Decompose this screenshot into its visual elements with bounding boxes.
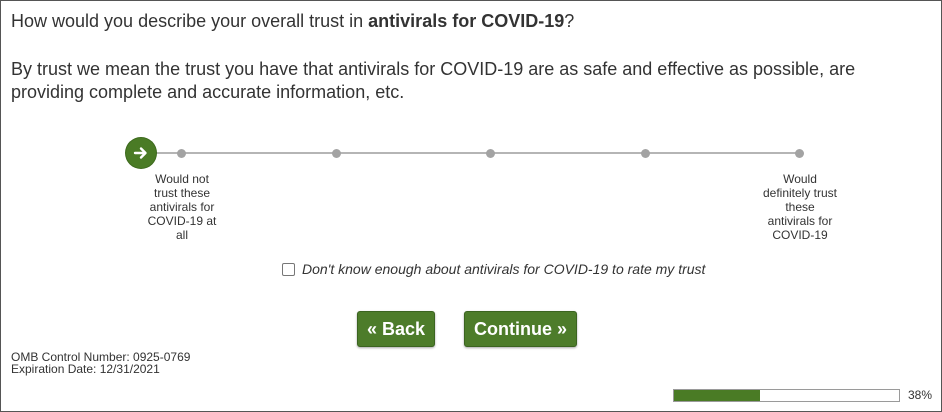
dont-know-option[interactable]: Don't know enough about antivirals for C… bbox=[282, 261, 705, 277]
scale-point-2[interactable] bbox=[177, 149, 186, 158]
arrow-right-icon bbox=[133, 147, 147, 159]
dont-know-checkbox[interactable] bbox=[282, 262, 295, 276]
scale-point-6[interactable] bbox=[795, 149, 804, 158]
scale-point-4[interactable] bbox=[486, 149, 495, 158]
scale-knob[interactable] bbox=[126, 138, 156, 168]
scale-anchor-right: Would definitely trust these antivirals … bbox=[762, 172, 838, 242]
scale-track bbox=[141, 152, 800, 154]
scale-point-5[interactable] bbox=[641, 149, 650, 158]
dont-know-label: Don't know enough about antivirals for C… bbox=[302, 261, 706, 277]
question-topic: antivirals for COVID-19 bbox=[368, 11, 565, 31]
progress-label: 38% bbox=[908, 388, 933, 402]
survey-frame: How would you describe your overall trus… bbox=[0, 0, 942, 412]
omb-expiration-date: Expiration Date: 12/31/2021 bbox=[11, 362, 160, 376]
question-suffix: ? bbox=[564, 11, 575, 31]
question-prefix: How would you describe your overall trus… bbox=[11, 11, 369, 31]
back-button[interactable]: « Back bbox=[357, 311, 435, 347]
progress-fill bbox=[674, 390, 760, 401]
question-text: How would you describe your overall trus… bbox=[11, 10, 574, 32]
progress-bar bbox=[673, 389, 900, 402]
trust-explanation: By trust we mean the trust you have that… bbox=[11, 59, 856, 102]
scale-anchor-left: Would not trust these antivirals for COV… bbox=[147, 172, 217, 242]
continue-button[interactable]: Continue » bbox=[464, 311, 577, 347]
omb-info: OMB Control Number: 0925-0769 Expiration… bbox=[11, 351, 190, 375]
scale-point-3[interactable] bbox=[332, 149, 341, 158]
